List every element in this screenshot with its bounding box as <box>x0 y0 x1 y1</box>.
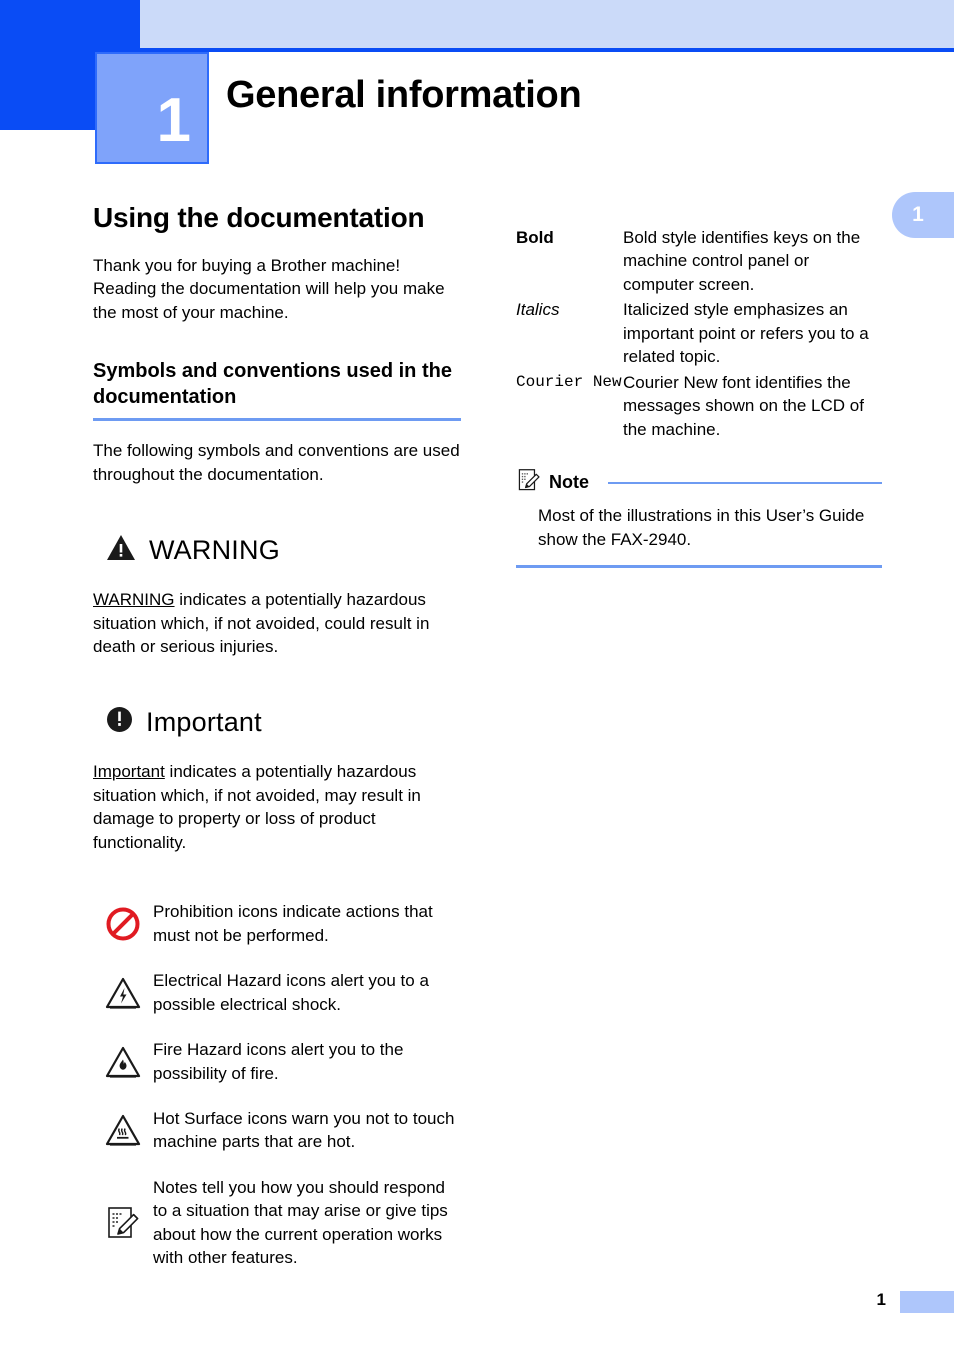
note-bottom-rule <box>516 564 882 568</box>
electrical-hazard-icon <box>93 976 153 1010</box>
chapter-number-box: 1 <box>95 52 209 164</box>
footer-blue-bar <box>900 1291 954 1313</box>
list-item-text: Prohibition icons indicate actions that … <box>153 902 433 945</box>
list-item: Notes tell you how you should respond to… <box>93 1176 461 1270</box>
prohibition-icon <box>93 906 153 942</box>
note-box: Note Most of the illustrations in this U… <box>516 467 882 568</box>
table-row: Courier New Courier New font identifies … <box>516 371 882 441</box>
header-blue-rule <box>140 48 954 52</box>
hot-surface-icon <box>93 1113 153 1147</box>
warning-callout-heading: WARNING <box>106 534 461 566</box>
style-description: Courier New font identifies the messages… <box>623 372 864 439</box>
right-column: Bold Bold style identifies keys on the m… <box>516 226 882 568</box>
subsection-heading: Symbols and conventions used in the docu… <box>93 360 452 409</box>
important-callout-heading: Important <box>106 706 461 738</box>
list-item-text: Notes tell you how you should respond to… <box>153 1177 448 1268</box>
subsection-paragraph: The following symbols and conventions ar… <box>93 441 460 484</box>
note-header-rule <box>608 481 882 484</box>
style-description: Bold style identifies keys on the machin… <box>623 228 861 294</box>
section-heading: Using the documentation <box>93 202 425 233</box>
list-item-text: Electrical Hazard icons alert you to a p… <box>153 971 429 1014</box>
chapter-edge-tab: 1 <box>892 192 954 238</box>
footer-page-number: 1 <box>876 1290 886 1309</box>
list-item: Fire Hazard icons alert you to the possi… <box>93 1038 461 1085</box>
intro-paragraph: Thank you for buying a Brother machine! … <box>93 255 445 322</box>
list-item-text: Hot Surface icons warn you not to touch … <box>153 1108 455 1152</box>
chapter-edge-tab-number: 1 <box>912 203 924 226</box>
note-body: Most of the illustrations in this User’s… <box>538 506 865 549</box>
style-key-courier-new: Courier New <box>516 372 622 391</box>
list-item: Hot Surface icons warn you not to touch … <box>93 1107 461 1154</box>
header-light-band <box>140 0 954 48</box>
warning-body: WARNING indicates a potentially hazardou… <box>93 588 461 658</box>
page-title: General information <box>226 74 582 116</box>
style-key-italics: Italics <box>516 300 560 320</box>
important-circle-icon <box>106 706 133 738</box>
warning-lead-word: WARNING <box>93 590 175 610</box>
warning-label: WARNING <box>149 534 280 565</box>
chapter-number: 1 <box>156 86 191 155</box>
note-icon <box>516 467 542 498</box>
left-column: Using the documentation Thank you for bu… <box>93 200 461 1292</box>
important-lead-word: Important <box>93 762 165 782</box>
warning-triangle-icon <box>106 534 136 566</box>
style-description: Italicized style emphasizes an important… <box>623 300 869 367</box>
note-icon <box>93 1204 153 1242</box>
list-item-text: Fire Hazard icons alert you to the possi… <box>153 1040 404 1083</box>
fire-hazard-icon <box>93 1045 153 1079</box>
style-key-bold: Bold <box>516 228 554 247</box>
icon-legend-list: Prohibition icons indicate actions that … <box>93 900 461 1269</box>
list-item: Electrical Hazard icons alert you to a p… <box>93 969 461 1016</box>
note-title: Note <box>549 472 589 493</box>
note-header: Note <box>516 467 882 498</box>
subsection-divider <box>93 418 461 422</box>
table-row: Italics Italicized style emphasizes an i… <box>516 298 882 368</box>
list-item: Prohibition icons indicate actions that … <box>93 900 461 947</box>
important-body: Important indicates a potentially hazard… <box>93 760 461 854</box>
important-label: Important <box>146 706 262 737</box>
table-row: Bold Bold style identifies keys on the m… <box>516 226 882 296</box>
